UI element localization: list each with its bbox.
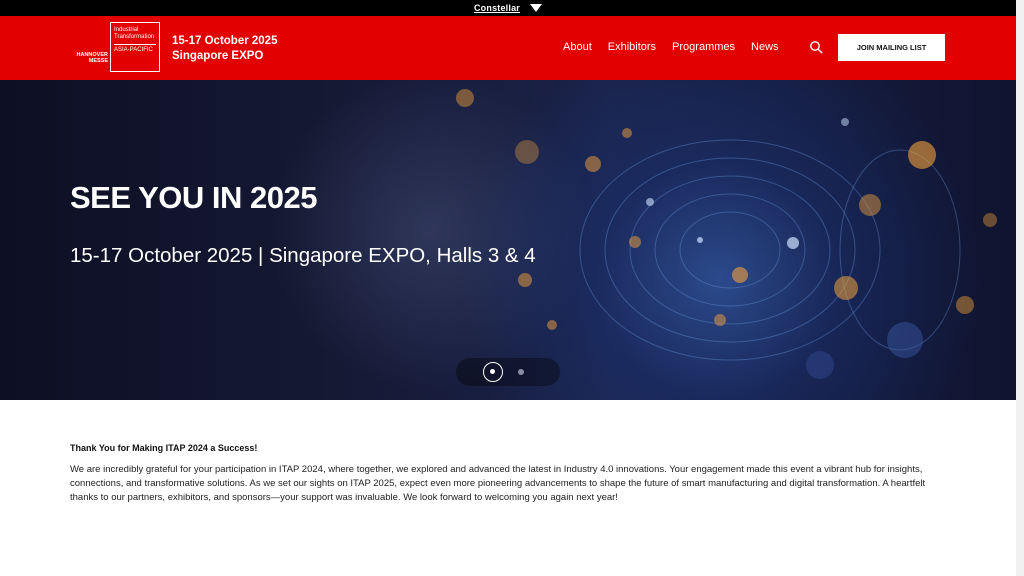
logo-divider [114, 44, 156, 45]
itap-logo[interactable]: Industrial Transformation ASIA-PACIFIC [110, 22, 160, 72]
nav-programmes[interactable]: Programmes [672, 41, 735, 53]
hero-title: SEE YOU IN 2025 [70, 180, 317, 215]
carousel-pagination [456, 358, 560, 386]
logo-line-asia-pacific: ASIA-PACIFIC [114, 47, 153, 53]
main-nav: About Exhibitors Programmes News [563, 41, 779, 53]
nav-news[interactable]: News [751, 41, 779, 53]
nav-about[interactable]: About [563, 41, 592, 53]
event-date: 15-17 October 2025 [172, 35, 278, 47]
section-heading: Thank You for Making ITAP 2024 a Success… [70, 443, 258, 453]
carousel-dot-1-active[interactable] [483, 362, 503, 382]
site-header: HANNOVER MESSE Industrial Transformation… [0, 16, 1016, 80]
logo-line-transformation: Transformation [114, 34, 155, 40]
thank-you-section: Thank You for Making ITAP 2024 a Success… [70, 443, 946, 505]
hero-subtitle: 15-17 October 2025 | Singapore EXPO, Hal… [70, 244, 536, 267]
nav-exhibitors[interactable]: Exhibitors [608, 41, 656, 53]
event-venue: Singapore EXPO [172, 50, 264, 62]
page-scrollbar[interactable] [1016, 0, 1024, 576]
hero-background-graphic [456, 89, 997, 379]
logo-messe: MESSE [88, 58, 108, 64]
constellar-label: Constellar [473, 3, 520, 13]
hannover-messe-logo[interactable]: HANNOVER MESSE [70, 52, 108, 64]
logo-line-industrial: Industrial [114, 27, 139, 33]
event-date-venue: 15-17 October 2025 Singapore EXPO [172, 34, 277, 64]
dropdown-caret-icon[interactable] [530, 4, 542, 12]
top-bar: Constellar [0, 0, 1016, 16]
hero-carousel: SEE YOU IN 2025 15-17 October 2025 | Sin… [0, 80, 1016, 400]
search-icon[interactable] [809, 40, 823, 54]
section-body: We are incredibly grateful for your part… [70, 464, 926, 503]
constellar-link[interactable]: Constellar [474, 3, 520, 13]
carousel-dot-2[interactable] [518, 369, 524, 375]
join-mailing-list-button[interactable]: JOIN MAILING LIST [838, 34, 945, 61]
